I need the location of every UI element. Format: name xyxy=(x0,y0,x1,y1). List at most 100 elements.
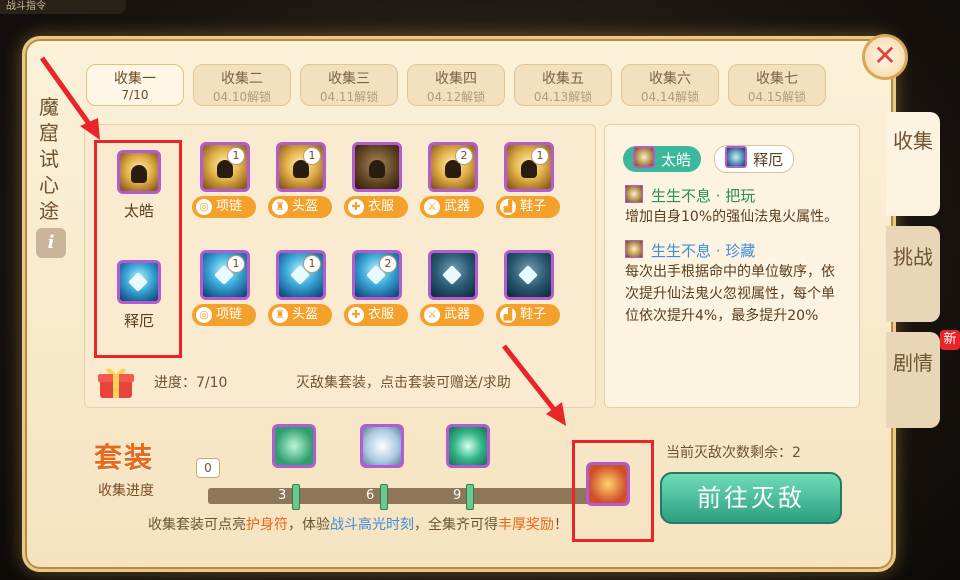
piece-label: 衣服 xyxy=(368,199,395,214)
count-badge: 1 xyxy=(303,255,321,273)
info-button[interactable]: i xyxy=(36,228,66,258)
footer-part: ！ xyxy=(554,517,568,533)
progress-text: 进度：7/10 xyxy=(154,375,228,391)
skill-icon xyxy=(625,185,643,203)
taihao-mini-icon xyxy=(633,146,655,168)
milestone-label: 9 xyxy=(453,488,462,503)
tab-sub: 04.10解锁 xyxy=(212,90,272,104)
suit-title: 套装 xyxy=(94,441,155,474)
progress-row: 进度：7/10 灭敌集套装，点击套装可赠送/求助 xyxy=(96,364,586,398)
piece-label: 武器 xyxy=(444,307,471,322)
tab-label: 收集四 xyxy=(435,71,477,87)
milestone-label: 3 xyxy=(278,488,287,503)
milestone-tick xyxy=(292,484,300,510)
tab-label: 收集二 xyxy=(221,71,263,87)
piece-taihao-shoes[interactable]: 1 ▟ 鞋子 xyxy=(496,142,560,218)
piece-shie-weapon[interactable]: ⚔ 武器 xyxy=(420,250,484,326)
count-badge: 2 xyxy=(455,147,473,165)
side-tab-label: 挑战 xyxy=(893,245,933,269)
suit-progress-bar xyxy=(208,488,600,504)
count-badge: 2 xyxy=(379,255,397,273)
tab-sub: 04.14解锁 xyxy=(640,90,700,104)
remaining-kills: 当前灭敌次数剩余：2 xyxy=(666,445,801,461)
go-fight-button[interactable]: 前往灭敌 xyxy=(660,472,842,524)
footer-highlight: 战斗高光时刻 xyxy=(330,517,414,533)
piece-taihao-necklace[interactable]: 1 ◎ 项链 xyxy=(192,142,256,218)
detail-tab-taihao[interactable]: 太皓 xyxy=(623,146,702,172)
tab-collection-3[interactable]: 收集三 04.11解锁 xyxy=(300,64,398,106)
piece-label: 头盔 xyxy=(292,199,319,214)
piece-label: 鞋子 xyxy=(520,307,547,322)
detail-tab-shie[interactable]: 释厄 xyxy=(714,145,795,173)
event-title-char: 窟 xyxy=(39,121,59,145)
gift-box-icon[interactable] xyxy=(96,364,136,400)
event-title: 魔 窟 试 心 途 xyxy=(36,94,62,224)
piece-shie-armor[interactable]: 2 ✚ 衣服 xyxy=(344,250,408,326)
tab-sub: 04.15解锁 xyxy=(747,90,807,104)
tab-label: 收集一 xyxy=(114,71,156,87)
armor-icon: ✚ xyxy=(348,307,364,323)
shoes-item-icon: 1 xyxy=(504,142,554,192)
event-title-char: 途 xyxy=(39,199,59,223)
sword-icon: ⚔ xyxy=(424,199,440,215)
piece-taihao-armor[interactable]: ✚ 衣服 xyxy=(344,142,408,218)
necklace-icon: ◎ xyxy=(196,199,212,215)
tab-collection-7[interactable]: 收集七 04.15解锁 xyxy=(728,64,826,106)
armor-item-icon xyxy=(352,142,402,192)
detail-tab-label: 释厄 xyxy=(753,151,784,169)
tab-collection-2[interactable]: 收集二 04.10解锁 xyxy=(193,64,291,106)
shie-mini-icon xyxy=(725,146,748,168)
tab-sub: 04.12解锁 xyxy=(426,90,486,104)
piece-shie-shoes[interactable]: ▟ 鞋子 xyxy=(496,250,560,326)
side-tab-challenge[interactable]: 挑战 xyxy=(886,226,940,322)
skill-title-text: 生生不息 · 珍藏 xyxy=(651,242,756,260)
skill-title-1: 生生不息 · 把玩 xyxy=(625,185,843,206)
skill-title-text: 生生不息 · 把玩 xyxy=(651,187,756,205)
piece-label: 项链 xyxy=(216,307,243,322)
side-tab-story[interactable]: 剧情 xyxy=(886,332,940,428)
weapon-item-icon xyxy=(428,250,478,300)
piece-label: 鞋子 xyxy=(520,199,547,214)
piece-label: 武器 xyxy=(444,199,471,214)
armor-icon: ✚ xyxy=(348,199,364,215)
tab-collection-5[interactable]: 收集五 04.13解锁 xyxy=(514,64,612,106)
amulet-icon[interactable] xyxy=(446,424,490,468)
tab-collection-1[interactable]: 收集一 7/10 xyxy=(86,64,184,106)
footer-text: 收集套装可点亮护身符，体验战斗高光时刻，全集齐可得丰厚奖励！ xyxy=(148,514,568,534)
tab-label: 收集七 xyxy=(756,71,798,87)
tab-label: 收集六 xyxy=(649,71,691,87)
armor-item-icon: 2 xyxy=(352,250,402,300)
tab-collection-4[interactable]: 收集四 04.12解锁 xyxy=(407,64,505,106)
suit-count: 0 xyxy=(196,458,220,478)
boot-icon: ▟ xyxy=(500,307,516,323)
close-icon: ✕ xyxy=(873,39,897,72)
side-tab-label: 收集 xyxy=(893,129,933,153)
new-badge: 新 xyxy=(940,330,960,350)
event-title-char: 试 xyxy=(39,147,59,171)
detail-tab-label: 太皓 xyxy=(661,151,692,169)
count-badge: 1 xyxy=(303,147,321,165)
annotation-box-chest xyxy=(572,440,654,542)
count-badge: 1 xyxy=(227,255,245,273)
piece-label: 头盔 xyxy=(292,307,319,322)
count-badge: 1 xyxy=(227,147,245,165)
jade-icon[interactable] xyxy=(272,424,316,468)
piece-taihao-helmet[interactable]: 1 ♜ 头盔 xyxy=(268,142,332,218)
weapon-item-icon: 2 xyxy=(428,142,478,192)
close-button[interactable]: ✕ xyxy=(862,34,908,80)
piece-taihao-weapon[interactable]: 2 ⚔ 武器 xyxy=(420,142,484,218)
mirror-icon[interactable] xyxy=(360,424,404,468)
piece-shie-necklace[interactable]: 1 ◎ 项链 xyxy=(192,250,256,326)
tab-collection-6[interactable]: 收集六 04.14解锁 xyxy=(621,64,719,106)
skill-icon xyxy=(625,240,643,258)
piece-label: 项链 xyxy=(216,199,243,214)
side-tab-collect[interactable]: 收集 xyxy=(886,112,940,216)
event-title-char: 魔 xyxy=(39,95,59,119)
piece-shie-helmet[interactable]: 1 ♜ 头盔 xyxy=(268,250,332,326)
milestone-tick xyxy=(466,484,474,510)
milestone-label: 6 xyxy=(366,488,375,503)
footer-part: ，全集齐可得 xyxy=(414,517,498,533)
tab-sub: 7/10 xyxy=(121,88,149,102)
helmet-item-icon: 1 xyxy=(276,250,326,300)
tab-label: 收集五 xyxy=(542,71,584,87)
